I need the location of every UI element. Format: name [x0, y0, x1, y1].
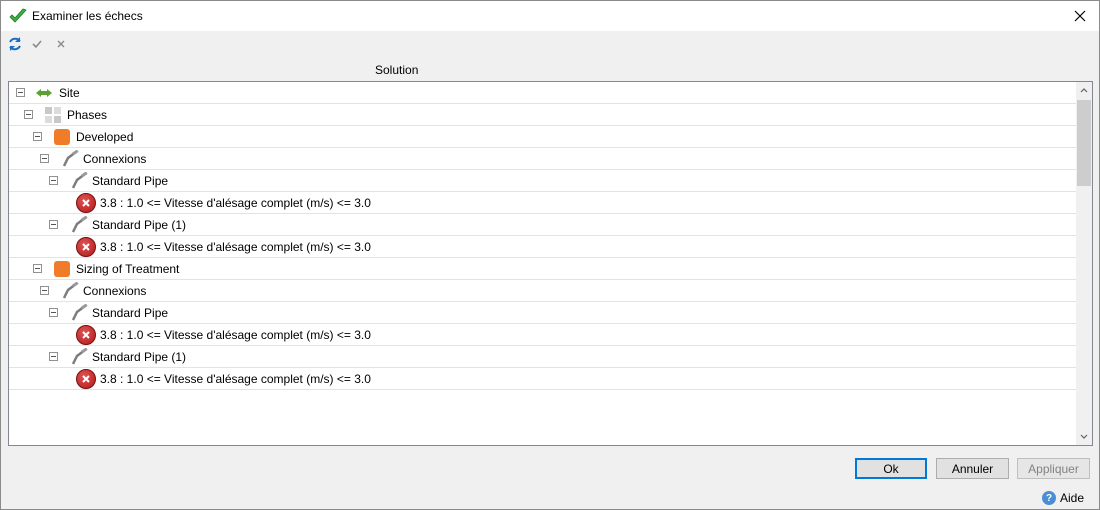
- phases-icon: [45, 107, 61, 123]
- check-icon: [32, 40, 42, 49]
- collapse-toggle[interactable]: [49, 308, 58, 317]
- close-button[interactable]: [1069, 5, 1091, 27]
- pipe-icon: [71, 304, 88, 321]
- green-check-icon: [9, 8, 27, 23]
- phase-icon: [54, 129, 70, 145]
- tree-row-pipe[interactable]: Standard Pipe (1): [9, 346, 1077, 368]
- collapse-toggle[interactable]: [24, 110, 33, 119]
- phase-icon: [54, 261, 70, 277]
- tree-row-pipe[interactable]: Standard Pipe (1): [9, 214, 1077, 236]
- tree-row-connexions[interactable]: Connexions: [9, 280, 1077, 302]
- scrollbar-thumb[interactable]: [1077, 100, 1091, 186]
- tree-row-site[interactable]: Site: [9, 82, 1077, 104]
- accept-button[interactable]: [27, 34, 47, 54]
- error-icon: [76, 237, 96, 257]
- tree-label: Standard Pipe (1): [92, 218, 187, 232]
- tree-row-phase-sizing[interactable]: Sizing of Treatment: [9, 258, 1077, 280]
- tree-row-failure[interactable]: 3.8 : 1.0 <= Vitesse d'alésage complet (…: [9, 368, 1077, 390]
- error-icon: [76, 193, 96, 213]
- title-bar: Examiner les échecs: [1, 1, 1099, 31]
- tree-row-connexions[interactable]: Connexions: [9, 148, 1077, 170]
- collapse-toggle[interactable]: [33, 264, 42, 273]
- tree-row-phases[interactable]: Phases: [9, 104, 1077, 126]
- help-link[interactable]: ? Aide: [1042, 491, 1084, 505]
- tree-row-pipe[interactable]: Standard Pipe: [9, 302, 1077, 324]
- vertical-scrollbar[interactable]: [1076, 82, 1092, 445]
- x-icon: [57, 40, 65, 48]
- collapse-toggle[interactable]: [16, 88, 25, 97]
- help-label: Aide: [1060, 491, 1085, 505]
- chevron-up-icon: [1080, 88, 1088, 93]
- tree-label: Developed: [76, 130, 134, 144]
- tree-row-pipe[interactable]: Standard Pipe: [9, 170, 1077, 192]
- tree-label: Standard Pipe (1): [92, 350, 187, 364]
- refresh-icon: [9, 37, 21, 51]
- tree-row-phase-developed[interactable]: Developed: [9, 126, 1077, 148]
- tree-row-failure[interactable]: 3.8 : 1.0 <= Vitesse d'alésage complet (…: [9, 192, 1077, 214]
- close-icon: [1074, 10, 1086, 22]
- tree-label: Site: [59, 86, 80, 100]
- pipe-icon: [71, 216, 88, 233]
- failures-tree: Site Phases Developed Connexions Standar…: [8, 81, 1093, 446]
- failure-text: 3.8 : 1.0 <= Vitesse d'alésage complet (…: [100, 372, 371, 386]
- ok-button[interactable]: Ok: [855, 458, 927, 479]
- collapse-toggle[interactable]: [49, 176, 58, 185]
- collapse-toggle[interactable]: [33, 132, 42, 141]
- pipe-icon: [62, 282, 79, 299]
- pipe-icon: [62, 150, 79, 167]
- window-title: Examiner les échecs: [32, 9, 143, 23]
- apply-button[interactable]: Appliquer: [1017, 458, 1090, 479]
- tree-label: Standard Pipe: [92, 174, 169, 188]
- cancel-button[interactable]: Annuler: [936, 458, 1009, 479]
- pipe-icon: [71, 172, 88, 189]
- reject-button[interactable]: [51, 34, 71, 54]
- tree-label: Connexions: [83, 284, 147, 298]
- scroll-up-button[interactable]: [1076, 82, 1092, 98]
- collapse-toggle[interactable]: [49, 352, 58, 361]
- refresh-button[interactable]: [5, 34, 25, 54]
- failure-text: 3.8 : 1.0 <= Vitesse d'alésage complet (…: [100, 196, 371, 210]
- site-icon: [36, 89, 52, 97]
- collapse-toggle[interactable]: [40, 286, 49, 295]
- tree-label: Connexions: [83, 152, 147, 166]
- error-icon: [76, 369, 96, 389]
- pipe-icon: [71, 348, 88, 365]
- tree-row-failure[interactable]: 3.8 : 1.0 <= Vitesse d'alésage complet (…: [9, 324, 1077, 346]
- review-failures-dialog: Examiner les échecs Solution Site Phases…: [0, 0, 1100, 510]
- scroll-down-button[interactable]: [1076, 429, 1092, 445]
- column-header-solution[interactable]: Solution: [375, 63, 418, 77]
- failure-text: 3.8 : 1.0 <= Vitesse d'alésage complet (…: [100, 240, 371, 254]
- toolbar: [1, 31, 1099, 57]
- error-icon: [76, 325, 96, 345]
- collapse-toggle[interactable]: [40, 154, 49, 163]
- tree-label: Standard Pipe: [92, 306, 169, 320]
- tree-label: Sizing of Treatment: [76, 262, 180, 276]
- chevron-down-icon: [1080, 434, 1088, 439]
- tree-row-failure[interactable]: 3.8 : 1.0 <= Vitesse d'alésage complet (…: [9, 236, 1077, 258]
- tree-label: Phases: [67, 108, 108, 122]
- collapse-toggle[interactable]: [49, 220, 58, 229]
- help-icon: ?: [1042, 491, 1056, 505]
- failure-text: 3.8 : 1.0 <= Vitesse d'alésage complet (…: [100, 328, 371, 342]
